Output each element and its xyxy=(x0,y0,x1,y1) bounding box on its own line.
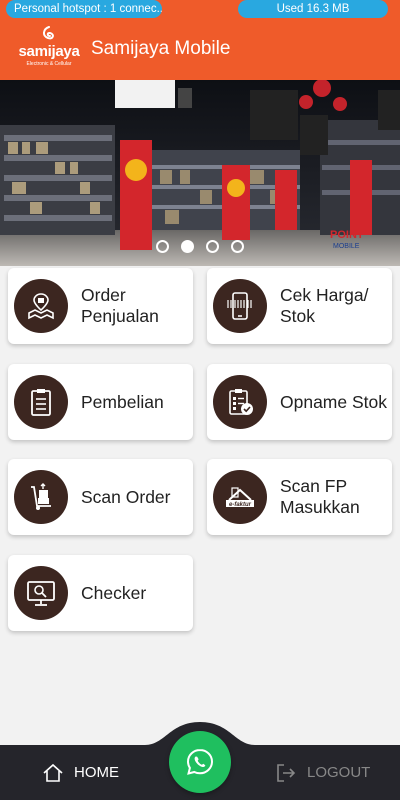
menu-label: Scan Order xyxy=(81,486,171,507)
menu-label: Pembelian xyxy=(81,391,164,412)
app-title: Samijaya Mobile xyxy=(91,38,231,59)
clipboard-icon xyxy=(14,375,68,429)
nav-home-button[interactable]: HOME xyxy=(42,745,119,800)
menu-checker[interactable]: Checker xyxy=(8,555,193,631)
menu-label: Opname Stok xyxy=(280,391,387,412)
menu-label: Scan FP Masukkan xyxy=(280,476,360,517)
menu-order-penjualan[interactable]: Order Penjualan xyxy=(8,268,193,344)
brand-logo: samijaya Electronic & Cellular xyxy=(18,26,80,72)
brand-tagline: Electronic & Cellular xyxy=(26,61,72,67)
menu-opname-stok[interactable]: Opname Stok xyxy=(207,364,392,440)
nav-home-label: HOME xyxy=(74,764,119,781)
svg-text:e-faktur: e-faktur xyxy=(229,502,252,508)
menu-label: Order Penjualan xyxy=(81,285,159,326)
menu-pembelian[interactable]: Pembelian xyxy=(8,364,193,440)
whatsapp-icon xyxy=(186,748,214,775)
app-bar: samijaya Electronic & Cellular Samijaya … xyxy=(0,18,400,80)
menu-cek-harga-stok[interactable]: Cek Harga/ Stok xyxy=(207,268,392,344)
logout-icon xyxy=(277,763,296,782)
menu-label: Checker xyxy=(81,582,147,603)
menu-scan-fp-masukkan[interactable]: e-faktur Scan FP Masukkan xyxy=(207,459,392,535)
brand-wordmark: samijaya xyxy=(18,43,80,60)
carousel-dot-active[interactable] xyxy=(181,240,194,253)
status-bar: Personal hotspot : 1 connec... Used 16.3… xyxy=(0,0,400,18)
logo-swirl-icon xyxy=(43,26,54,40)
efaktur-icon: e-faktur xyxy=(213,470,267,524)
menu-scan-order[interactable]: Scan Order xyxy=(8,459,193,535)
checklist-icon xyxy=(213,375,267,429)
nav-logout-label: LOGOUT xyxy=(307,764,371,781)
carousel-dot[interactable] xyxy=(156,240,169,253)
hand-truck-icon xyxy=(14,470,68,524)
menu-label: Cek Harga/ Stok xyxy=(280,285,369,326)
carousel-indicators xyxy=(0,240,400,258)
hotspot-status[interactable]: Personal hotspot : 1 connec... xyxy=(6,0,162,18)
promo-banner-carousel[interactable]: POINT MOBILE xyxy=(0,80,400,266)
whatsapp-button[interactable] xyxy=(169,731,231,793)
carousel-dot[interactable] xyxy=(231,240,244,253)
carousel-dot[interactable] xyxy=(206,240,219,253)
store-map-icon xyxy=(14,279,68,333)
home-icon xyxy=(43,763,63,782)
nav-logout-button[interactable]: LOGOUT xyxy=(275,745,370,800)
phone-barcode-icon xyxy=(213,279,267,333)
store-interior-image: POINT MOBILE xyxy=(0,80,400,266)
data-usage-status[interactable]: Used 16.3 MB xyxy=(238,0,388,18)
monitor-search-icon xyxy=(14,566,68,620)
